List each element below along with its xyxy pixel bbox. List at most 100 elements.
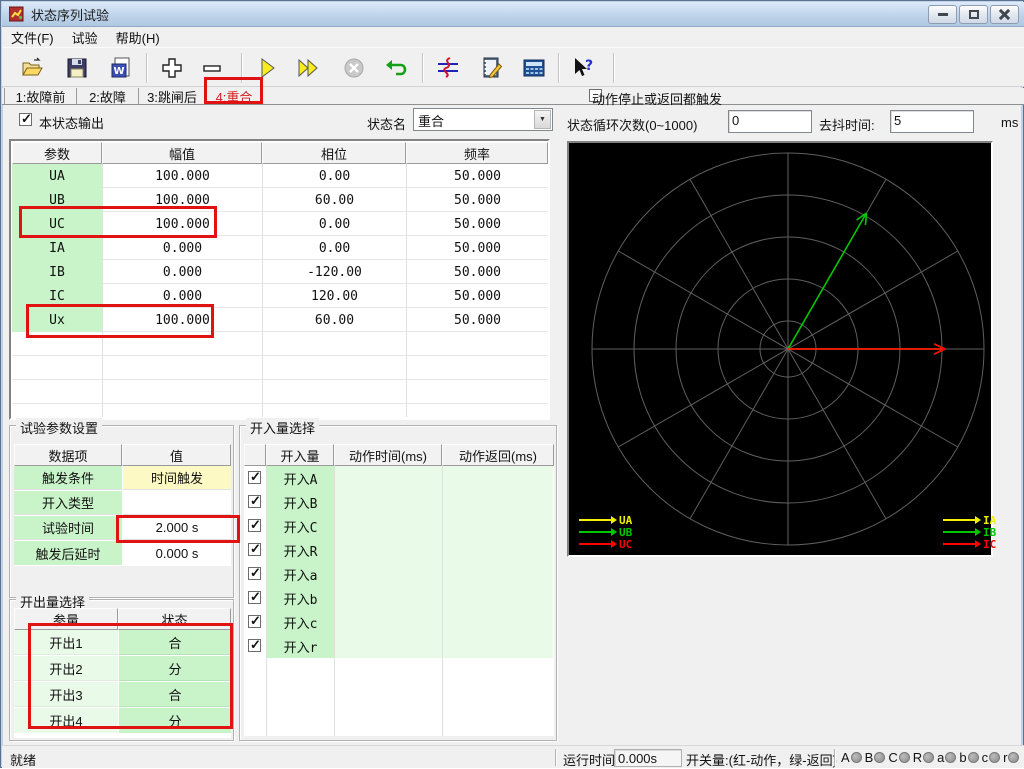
input-row-checkbox[interactable]: [248, 495, 261, 508]
menu-help[interactable]: 帮助(H): [107, 26, 169, 49]
param-amplitude[interactable]: 100.000: [103, 212, 262, 236]
close-button[interactable]: [990, 5, 1019, 24]
input-row-name[interactable]: 开入R: [267, 538, 334, 562]
input-action-time[interactable]: [335, 538, 442, 562]
param-frequency[interactable]: 50.000: [407, 164, 548, 188]
stop-button[interactable]: [339, 54, 369, 82]
input-row-name[interactable]: 开入a: [267, 562, 334, 586]
undo-button[interactable]: [382, 54, 412, 82]
loop-count-input[interactable]: 0: [728, 110, 812, 133]
input-row-name[interactable]: 开入b: [267, 586, 334, 610]
param-amplitude[interactable]: 100.000: [103, 308, 262, 332]
output-state[interactable]: 分: [119, 708, 231, 733]
tab-reclose[interactable]: 4:重合: [206, 88, 263, 104]
col-header-data-item[interactable]: 数据项: [14, 444, 122, 466]
col-header-action-time[interactable]: 动作时间(ms): [334, 444, 442, 466]
param-frequency[interactable]: 50.000: [407, 308, 548, 332]
input-action-time[interactable]: [335, 610, 442, 634]
param-phase[interactable]: 60.00: [263, 188, 406, 212]
input-action-return[interactable]: [443, 514, 553, 538]
output-name[interactable]: 开出3: [14, 682, 118, 707]
param-phase[interactable]: 120.00: [263, 284, 406, 308]
param-amplitude[interactable]: 100.000: [103, 188, 262, 212]
save-button[interactable]: [62, 54, 92, 82]
param-phase[interactable]: -120.00: [263, 260, 406, 284]
output-name[interactable]: 开出4: [14, 708, 118, 733]
input-action-return[interactable]: [443, 466, 553, 490]
input-action-time[interactable]: [335, 466, 442, 490]
input-row-checkbox[interactable]: [248, 567, 261, 580]
input-row-checkbox[interactable]: [248, 591, 261, 604]
output-name[interactable]: 开出1: [14, 630, 118, 655]
output-name[interactable]: 开出2: [14, 656, 118, 681]
export-word-button[interactable]: W: [107, 54, 137, 82]
state-output-checkbox[interactable]: [19, 113, 32, 126]
run-button[interactable]: [252, 54, 282, 82]
param-amplitude[interactable]: 0.000: [103, 260, 262, 284]
param-name[interactable]: IA: [12, 236, 102, 260]
tab-fault[interactable]: 2:故障: [77, 88, 139, 104]
param-amplitude[interactable]: 100.000: [103, 164, 262, 188]
test-param-name[interactable]: 开入类型: [14, 491, 122, 515]
input-action-return[interactable]: [443, 490, 553, 514]
output-state[interactable]: 分: [119, 656, 231, 681]
tab-post-trip[interactable]: 3:跳闸后: [139, 88, 206, 104]
col-header-output-param[interactable]: 参量: [14, 608, 118, 630]
menu-test[interactable]: 试验: [63, 26, 107, 49]
input-row-name[interactable]: 开入C: [267, 514, 334, 538]
param-name[interactable]: Ux: [12, 308, 102, 332]
param-phase[interactable]: 60.00: [263, 308, 406, 332]
col-header-value[interactable]: 值: [122, 444, 231, 466]
col-header-input-name[interactable]: 开入量: [266, 444, 334, 466]
input-row-checkbox[interactable]: [248, 615, 261, 628]
remove-state-button[interactable]: [197, 54, 227, 82]
run-continuous-button[interactable]: [294, 54, 324, 82]
param-name[interactable]: UA: [12, 164, 102, 188]
param-name[interactable]: UC: [12, 212, 102, 236]
param-name[interactable]: IB: [12, 260, 102, 284]
param-frequency[interactable]: 50.000: [407, 212, 548, 236]
col-header-action-return[interactable]: 动作返回(ms): [442, 444, 554, 466]
output-state[interactable]: 合: [119, 630, 231, 655]
input-row-checkbox[interactable]: [248, 519, 261, 532]
input-action-return[interactable]: [443, 562, 553, 586]
minimize-button[interactable]: [928, 5, 957, 24]
test-param-value[interactable]: [123, 491, 231, 515]
param-phase[interactable]: 0.00: [263, 236, 406, 260]
col-header-parameter[interactable]: 参数: [12, 142, 102, 164]
col-header-output-state[interactable]: 状态: [118, 608, 231, 630]
param-name[interactable]: IC: [12, 284, 102, 308]
test-param-name[interactable]: 试验时间: [14, 516, 122, 540]
input-row-checkbox[interactable]: [248, 543, 261, 556]
col-header-amplitude[interactable]: 幅值: [102, 142, 262, 164]
param-phase[interactable]: 0.00: [263, 164, 406, 188]
waveform-button[interactable]: [433, 54, 463, 82]
param-name[interactable]: UB: [12, 188, 102, 212]
param-frequency[interactable]: 50.000: [407, 188, 548, 212]
input-action-time[interactable]: [335, 514, 442, 538]
open-button[interactable]: [17, 54, 47, 82]
input-action-time[interactable]: [335, 634, 442, 658]
debounce-input[interactable]: 5: [890, 110, 974, 133]
param-frequency[interactable]: 50.000: [407, 236, 548, 260]
input-action-time[interactable]: [335, 586, 442, 610]
calculator-button[interactable]: [519, 54, 549, 82]
menu-file[interactable]: 文件(F): [2, 26, 63, 49]
param-amplitude[interactable]: 0.000: [103, 236, 262, 260]
input-action-return[interactable]: [443, 634, 553, 658]
tab-pre-fault[interactable]: 1:故障前: [4, 88, 77, 104]
input-action-return[interactable]: [443, 610, 553, 634]
input-action-time[interactable]: [335, 490, 442, 514]
input-action-time[interactable]: [335, 562, 442, 586]
param-phase[interactable]: 0.00: [263, 212, 406, 236]
col-header-phase[interactable]: 相位: [262, 142, 406, 164]
param-amplitude[interactable]: 0.000: [103, 284, 262, 308]
input-row-name[interactable]: 开入c: [267, 610, 334, 634]
add-state-button[interactable]: [157, 54, 187, 82]
report-button[interactable]: [477, 54, 507, 82]
input-row-name[interactable]: 开入B: [267, 490, 334, 514]
input-row-checkbox[interactable]: [248, 471, 261, 484]
test-param-value[interactable]: 2.000 s: [123, 516, 231, 540]
input-row-name[interactable]: 开入A: [267, 466, 334, 490]
input-action-return[interactable]: [443, 586, 553, 610]
